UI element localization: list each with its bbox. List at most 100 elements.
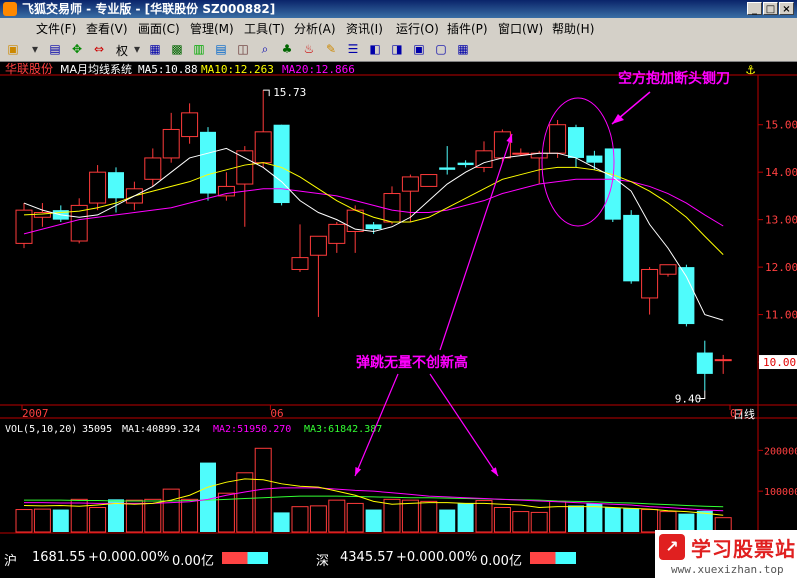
ma5-label: MA5:10.88 xyxy=(138,63,198,76)
sh-bar xyxy=(222,552,268,564)
price-tick-label: 11.00 xyxy=(765,309,797,322)
vol-ma1: MA1:40899.324 xyxy=(122,424,200,435)
layout3-icon[interactable]: ◨ xyxy=(388,41,406,58)
stock-name: 华联股份 xyxy=(5,62,53,76)
menu-analysis[interactable]: 分析(A) xyxy=(294,20,336,37)
price-tick-label: 14.00 xyxy=(765,166,797,179)
alarm-icon[interactable]: ♨ xyxy=(300,41,318,58)
menu-help[interactable]: 帮助(H) xyxy=(552,20,594,37)
sz-label: 深 xyxy=(316,554,330,569)
sh-label: 沪 xyxy=(4,554,18,569)
volume-bar xyxy=(365,509,382,532)
menu-file[interactable]: 文件(F) xyxy=(36,20,76,37)
candle-body xyxy=(383,193,401,223)
book-icon[interactable]: ◫ xyxy=(234,41,252,58)
window-title: 飞狐交易师 - 专业版 - [华联股份 SZ000882] xyxy=(22,2,276,16)
sz-bar xyxy=(530,552,576,564)
volume-bar xyxy=(530,511,548,533)
layout4-icon[interactable]: ▣ xyxy=(410,41,428,58)
layout1-icon[interactable]: ☰ xyxy=(344,41,362,58)
candle-body xyxy=(549,124,567,154)
grid-icon[interactable]: ▩ xyxy=(168,41,186,58)
menu-screen[interactable]: 画面(C) xyxy=(138,20,180,37)
menu-view[interactable]: 查看(V) xyxy=(86,20,128,37)
candle-body xyxy=(254,131,272,164)
sz-value: 4345.57 xyxy=(340,550,394,565)
volume-bar xyxy=(568,505,584,532)
volume-bar xyxy=(493,507,511,533)
move-icon[interactable]: ✥ xyxy=(68,41,86,58)
vol-value: 35095 xyxy=(82,424,112,435)
ma20-label: MA20:12.866 xyxy=(282,63,355,76)
volume-bar xyxy=(33,508,51,533)
rsi-icon[interactable]: ▤ xyxy=(46,41,64,58)
layout5-icon[interactable]: ▢ xyxy=(432,41,450,58)
sz-pct: 0.00% xyxy=(436,550,478,565)
price-tick-label: 15.00 xyxy=(765,119,797,132)
indicator-name: MA月均线系统 xyxy=(60,62,132,76)
candle-body xyxy=(309,235,327,256)
maximize-button[interactable]: □ xyxy=(763,2,778,15)
anchor-icon[interactable]: ⚓ xyxy=(745,63,756,77)
menu-run[interactable]: 运行(O) xyxy=(396,20,439,37)
candle-body xyxy=(604,148,621,220)
candle-body xyxy=(365,224,382,230)
sh-amount: 0.00亿 xyxy=(172,554,214,569)
rights-dropdown-icon[interactable]: ▾ xyxy=(128,41,146,58)
candle-body xyxy=(200,131,216,194)
chart-icon[interactable]: ▦ xyxy=(146,41,164,58)
volume-bar xyxy=(439,509,456,532)
layout6-icon[interactable]: ▦ xyxy=(454,41,472,58)
volume-bar xyxy=(328,499,346,533)
layout2-icon[interactable]: ◧ xyxy=(366,41,384,58)
menu-window[interactable]: 窗口(W) xyxy=(498,20,543,37)
high-label: 15.73 xyxy=(273,86,306,99)
close-button[interactable]: × xyxy=(779,2,794,15)
menu-plugins[interactable]: 插件(P) xyxy=(447,20,488,37)
table-icon[interactable]: ▤ xyxy=(212,41,230,58)
volume-bar xyxy=(162,488,180,533)
candle-body xyxy=(457,162,474,166)
app-icon xyxy=(3,2,17,16)
sh-pct: 0.00% xyxy=(128,550,170,565)
sz-change: +0.00 xyxy=(396,550,436,565)
volume-bar xyxy=(125,499,143,533)
candle-body xyxy=(586,155,603,163)
candle-body xyxy=(714,359,732,362)
volume-bar xyxy=(70,498,88,533)
dropdown-arrow-icon[interactable]: ▾ xyxy=(26,41,44,58)
menu-info[interactable]: 资讯(I) xyxy=(346,20,383,37)
tree-icon[interactable]: ♣ xyxy=(278,41,296,58)
title-bar: 飞狐交易师 - 专业版 - [华联股份 SZ000882] _ □ × xyxy=(0,0,797,18)
volume-bar xyxy=(401,499,419,533)
arrows-icon[interactable]: ⇔ xyxy=(90,41,108,58)
volume-bar xyxy=(52,509,69,532)
sh-change: +0.00 xyxy=(88,550,128,565)
candle-body xyxy=(420,174,438,187)
volume-bar xyxy=(15,509,33,533)
volume-tick-label: 200000 xyxy=(764,446,797,457)
candle-body xyxy=(401,176,419,192)
annotation-top: 空方抱加断头铡刀 xyxy=(618,70,730,87)
volume-bar xyxy=(236,472,254,533)
volume-tick-label: 100000 xyxy=(764,487,797,498)
open-folder-icon[interactable]: ▣ xyxy=(4,41,22,58)
menu-bar: 文件(F) 查看(V) 画面(C) 管理(M) 工具(T) 分析(A) 资讯(I… xyxy=(0,18,797,38)
minimize-button[interactable]: _ xyxy=(747,2,762,15)
rights-selector[interactable]: 权 xyxy=(116,42,128,59)
last-price-tag-text: 10.00 xyxy=(763,356,796,369)
stock-logo-icon: ↗ xyxy=(659,534,685,560)
candle-body xyxy=(273,124,290,204)
menu-tools[interactable]: 工具(T) xyxy=(244,20,285,37)
search-icon[interactable]: ⌕ xyxy=(256,41,274,58)
watermark-name: 学习股票站 xyxy=(691,537,796,561)
stats-icon[interactable]: ▥ xyxy=(190,41,208,58)
date-label: 06 xyxy=(270,407,283,420)
volume-bar xyxy=(273,512,290,532)
candle-body xyxy=(641,268,659,299)
volume-bar xyxy=(89,507,107,533)
pen-icon[interactable]: ✎ xyxy=(322,41,340,58)
menu-manage[interactable]: 管理(M) xyxy=(190,20,234,37)
kline-chart[interactable]: 华联股份 MA月均线系统 MA5:10.88 MA10:12.263 MA20:… xyxy=(0,62,797,546)
candle-body xyxy=(623,214,640,282)
